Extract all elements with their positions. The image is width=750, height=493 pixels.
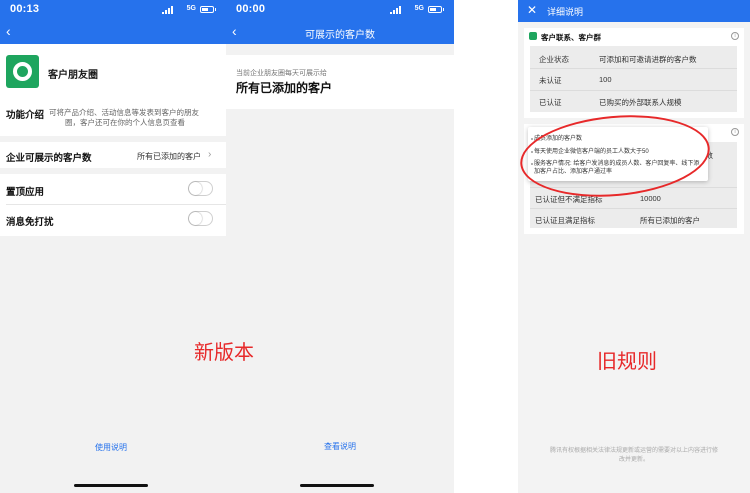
contact-icon [529, 32, 537, 40]
info-icon[interactable]: i [731, 128, 739, 136]
nav-bar: ‹ 可展示的客户数 [226, 20, 454, 44]
info-icon[interactable]: i [731, 32, 739, 40]
footer-note: 腾讯有权根据相关法律法规更新或运营的需要对以上内容进行修 改并更新。 [530, 447, 738, 465]
new-version-app-detail-screen: 00:13 5G ‹ 客户朋友圈 功能介绍 可将产品介绍、活动信息等发表到客户的… [0, 0, 226, 493]
new-version-visible-customers-screen: 00:00 5G ‹ 可展示的客户数 当前企业朋友圈每天可展示给 所有已添加的客… [226, 0, 454, 493]
mute-toggle[interactable] [188, 211, 213, 226]
page-title: 可展示的客户数 [305, 30, 375, 41]
section-title: 客户联系、客户群 [541, 33, 601, 42]
table-cell: 已购买的外部联系人规模 [599, 98, 682, 107]
usage-guide-link[interactable]: 使用说明 [0, 442, 222, 453]
nav-bar: ‹ [0, 20, 226, 44]
signal-icon [390, 6, 402, 14]
old-rules-detail-screen: ✕ 详细说明 客户联系、客户群 i 企业状态 可添加和可邀请进群的客户数 未认证… [518, 0, 750, 493]
home-indicator [74, 484, 148, 487]
visible-customers-row[interactable]: 企业可展示的客户数 所有已添加的客户 › [0, 142, 226, 168]
mute-label: 消息免打扰 [6, 217, 54, 228]
visible-customers-value: 所有已添加的客户 [137, 152, 201, 161]
daily-visible-caption: 当前企业朋友圈每天可展示给 [236, 70, 327, 77]
settings-group: 置顶应用 消息免打扰 [0, 174, 226, 236]
network-type: 5G [186, 5, 196, 12]
visible-customers-card: 当前企业朋友圈每天可展示给 所有已添加的客户 [226, 55, 454, 109]
status-time: 00:00 [236, 3, 266, 15]
table-cell: 未认证 [539, 76, 562, 85]
annotation-new-version: 新版本 [194, 342, 254, 364]
nav-bar: ✕ 详细说明 [518, 0, 750, 22]
page-title: 详细说明 [547, 7, 584, 17]
status-time: 00:13 [10, 3, 40, 15]
home-indicator [300, 484, 374, 487]
battery-icon [200, 6, 216, 13]
pin-app-label: 置顶应用 [6, 187, 45, 198]
pin-app-toggle[interactable] [188, 181, 213, 196]
app-name: 客户朋友圈 [48, 70, 98, 81]
rules-table: 企业状态 可添加和可邀请进群的客户数 未认证 100 已认证 已购买的外部联系人… [530, 46, 737, 112]
table-cell: 可添加和可邀请进群的客户数 [599, 55, 697, 64]
daily-visible-value: 所有已添加的客户 [236, 81, 333, 95]
visible-customers-label: 企业可展示的客户数 [6, 153, 92, 164]
signal-icon [162, 6, 174, 14]
feature-intro-row: 功能介绍 可将产品介绍、活动信息等发表到客户的朋友 圈，客户还可在你的个人信息页… [0, 100, 226, 136]
battery-icon [428, 6, 444, 13]
feature-intro-label: 功能介绍 [6, 110, 45, 121]
table-cell: 已认证 [539, 98, 562, 107]
app-header: 客户朋友圈 [0, 44, 226, 100]
network-type: 5G [414, 5, 424, 12]
moments-app-icon [6, 55, 39, 88]
status-bar: 00:00 5G [226, 0, 454, 20]
chevron-right-icon: › [208, 149, 212, 160]
status-bar: 00:13 5G [0, 0, 226, 20]
table-cell: 所有已添加的客户 [640, 216, 700, 225]
annotation-old-rules: 旧规则 [597, 351, 657, 373]
table-cell: 10000 [640, 194, 661, 203]
contact-rules-card: 客户联系、客户群 i 企业状态 可添加和可邀请进群的客户数 未认证 100 已认… [524, 28, 744, 118]
feature-intro-desc-line2: 圈，客户还可在你的个人信息页查看 [65, 118, 185, 127]
back-arrow-icon[interactable]: ‹ [6, 23, 11, 39]
view-guide-link[interactable]: 查看说明 [226, 441, 454, 452]
close-icon[interactable]: ✕ [527, 3, 537, 17]
footer-note-line2: 改并更新。 [618, 457, 649, 463]
feature-intro-desc-line1: 可将产品介绍、活动信息等发表到客户的朋友 [49, 108, 199, 117]
table-cell: 已认证且满足指标 [535, 216, 595, 225]
footer-note-line1: 腾讯有权根据相关法律法规更新或运营的需要对以上内容进行修 [549, 448, 718, 454]
table-cell: 100 [599, 75, 612, 84]
table-cell: 企业状态 [539, 55, 569, 64]
